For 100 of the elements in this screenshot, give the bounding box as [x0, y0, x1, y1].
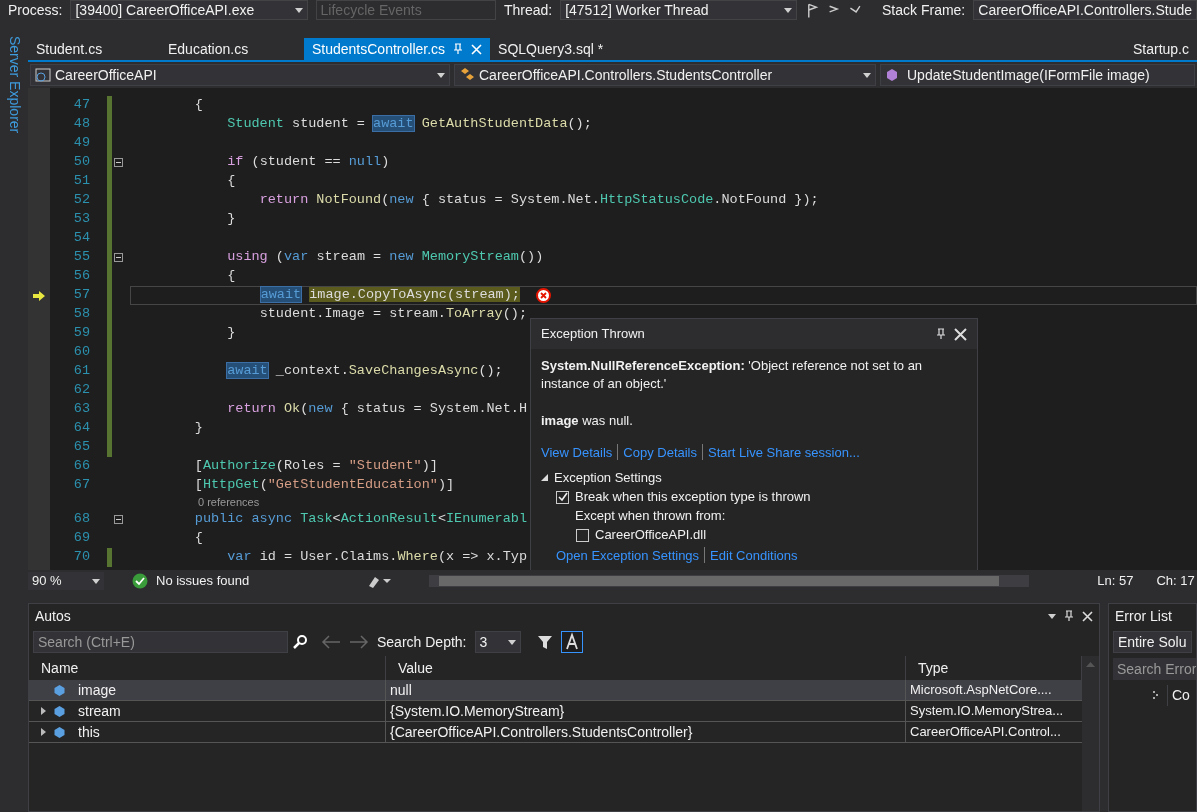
search-field[interactable]: Search (Ctrl+E) — [33, 631, 288, 653]
process-dropdown[interactable]: [39400] CareerOfficeAPI.exe — [70, 0, 308, 20]
code-line: } — [226, 210, 236, 229]
popup-title: Exception Thrown — [541, 325, 646, 344]
line-number: 56 — [72, 267, 90, 286]
scope-dropdown[interactable]: Entire Solu — [1113, 631, 1192, 653]
except-label: Except when thrown from: — [575, 507, 726, 526]
document-tab[interactable]: SQLQuery3.sql * — [490, 38, 612, 60]
exception-detail: image was null. — [541, 412, 634, 430]
panel-title: Autos — [35, 606, 72, 626]
document-tab[interactable]: Startup.c — [1124, 38, 1197, 60]
variable-row[interactable]: this {CareerOfficeAPI.Controllers.StudentsController} CareerOfficeAPI.Control... — [29, 722, 1082, 743]
zoom-dropdown[interactable]: 90 % — [28, 572, 104, 590]
dropdown-caret-icon[interactable] — [437, 72, 445, 78]
search-depth-label: Search Depth: — [377, 632, 467, 652]
search-icon[interactable] — [292, 634, 308, 650]
expand-icon[interactable] — [40, 728, 46, 736]
pin-icon[interactable] — [936, 328, 946, 340]
thread-dropdown[interactable]: [47512] Worker Thread — [560, 0, 798, 20]
line-number: 66 — [72, 457, 90, 476]
line-number: 69 — [72, 529, 90, 548]
collapse-icon[interactable] — [113, 253, 123, 262]
server-explorer-tab[interactable]: Server Explorer — [3, 36, 25, 812]
class-icon — [459, 67, 475, 83]
variable-name: image — [78, 680, 117, 700]
popup-link[interactable]: Edit Conditions — [710, 545, 798, 565]
dropdown-caret-icon[interactable] — [784, 7, 793, 13]
globe-icon — [35, 67, 51, 83]
document-tab[interactable]: Education.cs — [160, 38, 304, 60]
member-dropdown[interactable]: UpdateStudentImage(IFormFile image) — [880, 64, 1195, 86]
code-line: Student student = await GetAuthStudentData(); — [226, 115, 592, 134]
variable-type: Microsoft.AspNetCore.... — [909, 681, 1053, 700]
popup-link[interactable]: Copy Details — [623, 442, 697, 462]
collapse-icon[interactable] — [113, 515, 123, 524]
line-number: 58 — [72, 305, 90, 324]
field-icon — [53, 683, 66, 697]
checkbox[interactable] — [576, 528, 589, 542]
letter-format-icon[interactable] — [560, 631, 583, 653]
close-icon[interactable] — [1082, 610, 1093, 622]
dropdown-caret-icon[interactable] — [294, 7, 303, 13]
flag-icon[interactable] — [805, 2, 862, 18]
brush-icon[interactable] — [367, 574, 392, 588]
class-dropdown[interactable]: CareerOfficeAPI.Controllers.StudentsController — [454, 64, 876, 86]
code-line: [HttpGet("GetStudentEducation")] — [193, 476, 455, 495]
code-line: return NotFound(new { status = System.Net.HttpStatusCode.NotFound }); — [258, 191, 819, 210]
column-header[interactable]: Co — [1167, 684, 1190, 706]
popup-link[interactable]: Start Live Share session... — [708, 442, 860, 462]
expand-icon[interactable] — [40, 707, 46, 715]
collapse-icon[interactable] — [113, 158, 123, 167]
dropdown-caret-icon[interactable] — [1048, 613, 1056, 619]
variable-row[interactable]: image null Microsoft.AspNetCore.... — [29, 680, 1082, 701]
dropdown-caret-icon[interactable] — [92, 578, 100, 584]
code-line: public async Task<ActionResult<IEnumerabl — [193, 510, 527, 529]
line-number: 48 — [72, 115, 90, 134]
variable-row[interactable]: stream {System.IO.MemoryStream} System.IO.MemoryStrea... — [29, 701, 1082, 722]
variable-value: {CareerOfficeAPI.Controllers.StudentsController} — [386, 722, 906, 742]
horizontal-scrollbar[interactable] — [429, 575, 1030, 587]
search-field[interactable]: Search Error — [1113, 658, 1196, 680]
popup-link[interactable]: View Details — [541, 442, 613, 462]
line-indicator: Ln: 57 — [1097, 572, 1134, 591]
forward-arrow-icon[interactable] — [349, 635, 369, 649]
checkbox[interactable] — [556, 490, 569, 504]
popup-link[interactable]: Open Exception Settings — [556, 545, 700, 565]
dropdown-caret-icon[interactable] — [507, 639, 516, 645]
filter-icon[interactable] — [536, 634, 553, 650]
error-icon[interactable] — [535, 288, 551, 303]
settings-heading: Exception Settings — [554, 469, 662, 487]
document-tab[interactable]: Student.cs — [28, 38, 160, 60]
sort-icon[interactable] — [1153, 691, 1159, 699]
line-number: 50 — [72, 153, 90, 172]
collapse-triangle-icon[interactable] — [541, 474, 548, 482]
code-line: if (student == null) — [226, 153, 390, 172]
variable-name: this — [78, 722, 100, 742]
check-icon — [132, 573, 148, 589]
code-line: await _context.SaveChangesAsync(); — [226, 362, 503, 381]
process-label: Process: — [8, 0, 63, 20]
close-icon[interactable] — [954, 327, 967, 341]
dropdown-caret-icon[interactable] — [863, 72, 871, 78]
column-indicator: Ch: 17 — [1156, 572, 1195, 591]
line-number: 53 — [72, 210, 90, 229]
code-line: student.Image = stream.ToArray(); — [258, 305, 527, 324]
search-depth-dropdown[interactable]: 3 — [474, 631, 521, 653]
code-line: var id = User.Claims.Where(x => x.Typ — [226, 548, 527, 567]
field-icon — [53, 725, 66, 739]
pin-icon[interactable] — [1064, 610, 1074, 622]
reference-count-link[interactable]: 0 references — [198, 494, 260, 511]
issues-status[interactable]: No issues found — [156, 571, 250, 591]
vertical-scrollbar[interactable] — [1082, 656, 1099, 811]
exception-message: System.NullReferenceException: 'Object reference not set to an instance of an object.' — [541, 357, 924, 393]
line-number: 67 — [72, 476, 90, 495]
line-number: 57 — [72, 286, 90, 305]
line-number: 60 — [72, 343, 90, 362]
line-number: 52 — [72, 191, 90, 210]
line-number: 51 — [72, 172, 90, 191]
back-arrow-icon[interactable] — [321, 635, 341, 649]
checkbox-label: Break when this exception type is thrown — [575, 488, 811, 507]
project-dropdown[interactable]: CareerOfficeAPI — [30, 64, 450, 86]
code-line: } — [226, 324, 236, 343]
variable-name: stream — [78, 701, 121, 721]
stack-frame-dropdown[interactable]: CareerOfficeAPI.Controllers.Stude — [973, 0, 1197, 20]
